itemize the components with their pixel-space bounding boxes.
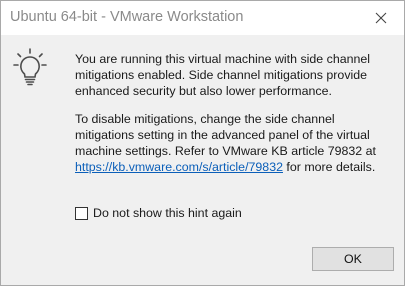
close-button[interactable] xyxy=(358,1,404,34)
message-text: To disable mitigations, change the side … xyxy=(75,112,376,158)
close-icon xyxy=(375,12,387,23)
checkbox-label: Do not show this hint again xyxy=(93,206,242,220)
vmware-hint-dialog: Ubuntu 64-bit - VMware Workstation You a… xyxy=(0,0,405,286)
dialog-body: You are running this virtual machine wit… xyxy=(1,35,404,285)
lightbulb-icon xyxy=(13,48,47,86)
message-paragraph-1: You are running this virtual machine wit… xyxy=(75,52,371,98)
title-bar: Ubuntu 64-bit - VMware Workstation xyxy=(1,1,404,35)
dont-show-hint-checkbox[interactable] xyxy=(75,206,88,220)
dont-show-hint-option[interactable]: Do not show this hint again xyxy=(75,206,242,220)
kb-article-link[interactable]: https://kb.vmware.com/s/article/79832 xyxy=(75,160,283,174)
ok-button[interactable]: OK xyxy=(312,247,394,271)
message-paragraph-2: To disable mitigations, change the side … xyxy=(75,111,391,175)
message-text-end: for more details. xyxy=(282,160,376,174)
window-title: Ubuntu 64-bit - VMware Workstation xyxy=(10,9,244,25)
